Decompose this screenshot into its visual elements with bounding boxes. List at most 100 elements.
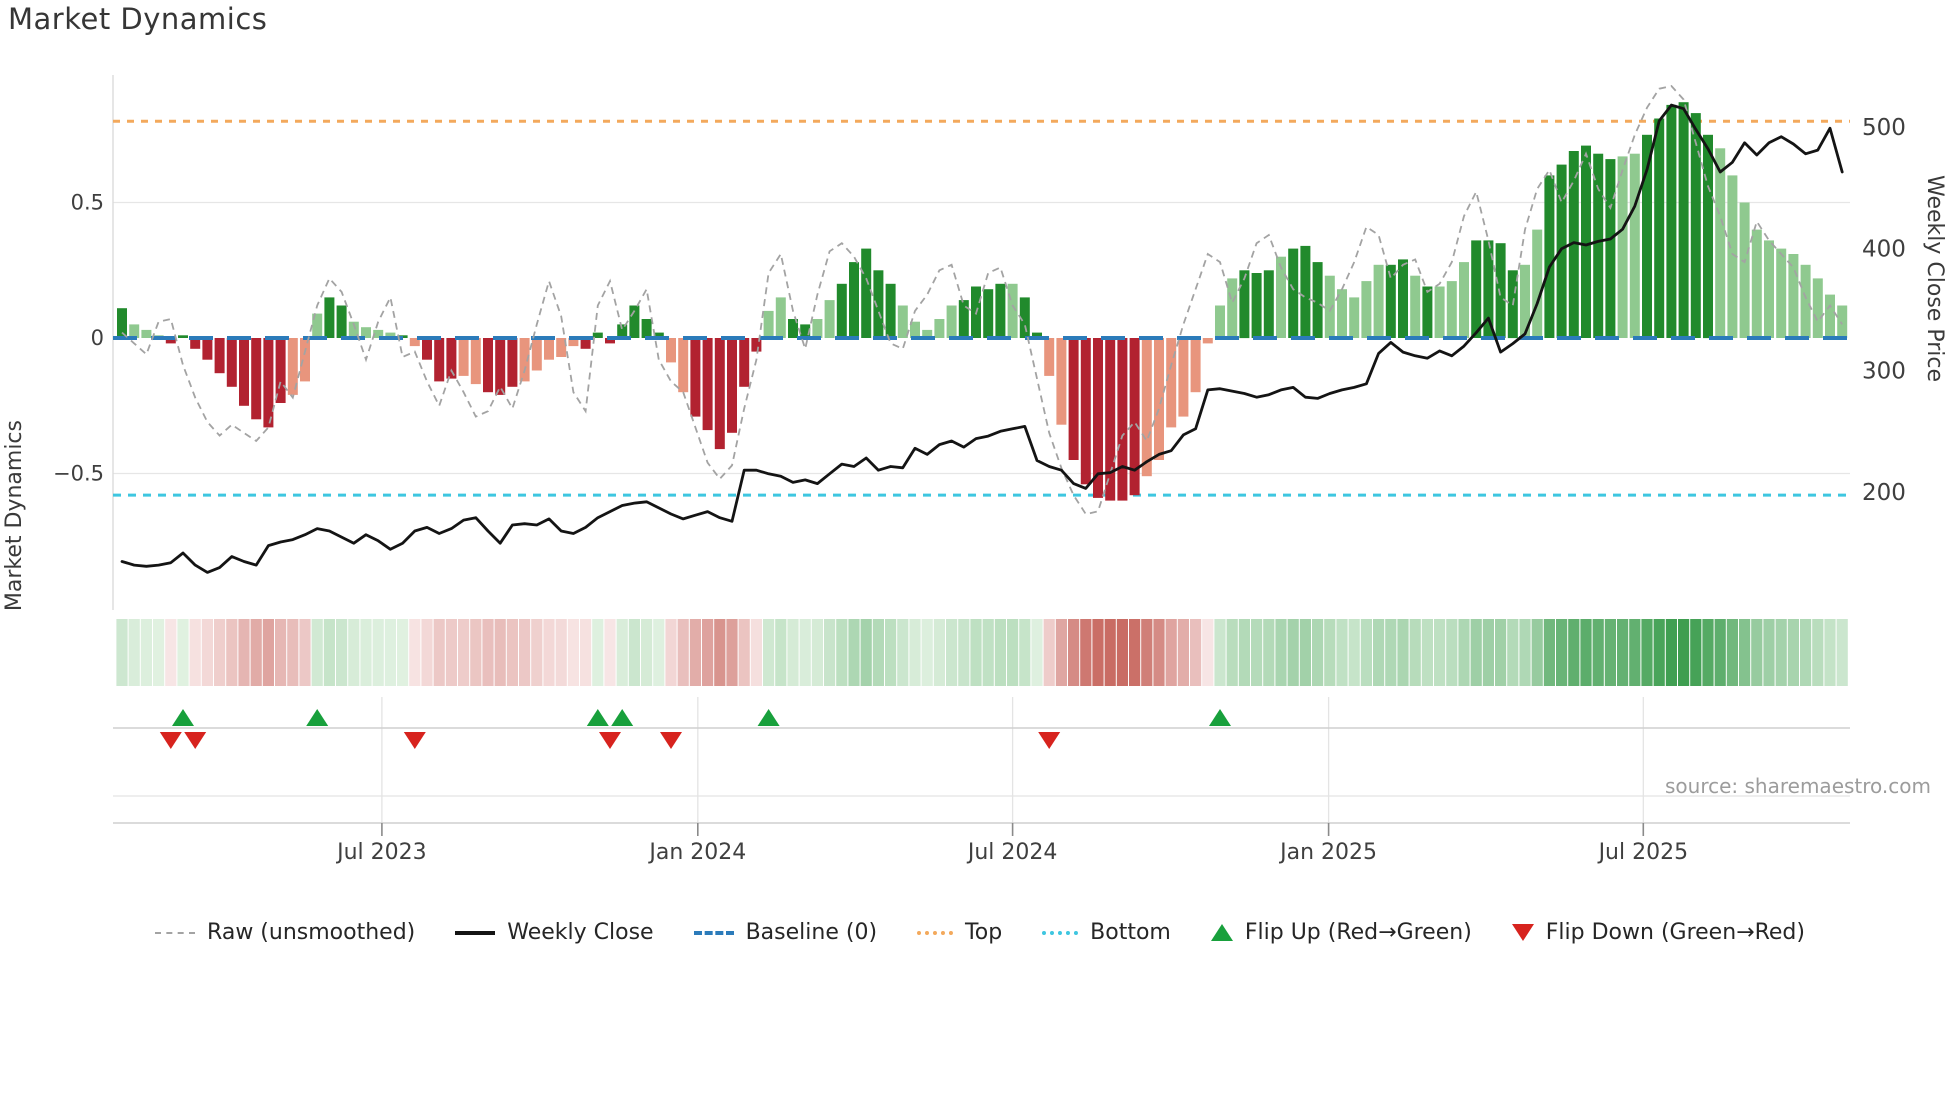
heatmap-cell — [1214, 619, 1226, 686]
flip-down-marker-icon — [184, 732, 207, 749]
oscillator-bar — [629, 305, 640, 338]
heatmap-cell — [470, 619, 482, 686]
oscillator-bars — [117, 102, 1848, 501]
oscillator-bar — [1812, 278, 1823, 338]
oscillator-bar — [1044, 338, 1055, 376]
oscillator-bar — [1227, 278, 1238, 338]
oscillator-bar — [763, 310, 774, 338]
heatmap-cell — [384, 619, 396, 686]
oscillator-bar — [1105, 338, 1116, 501]
heatmap-cell — [1739, 619, 1751, 686]
oscillator-bar — [1605, 159, 1616, 338]
oscillator-bar — [1422, 286, 1433, 338]
legend-item-bottom: Bottom — [1042, 920, 1171, 945]
oscillator-bar — [1202, 338, 1213, 344]
oscillator-bar — [1629, 153, 1640, 338]
oscillator-bar — [1068, 338, 1079, 460]
right-axis-tick: 400 — [1862, 237, 1906, 263]
oscillator-bar — [1190, 338, 1201, 393]
heatmap-cell — [1104, 619, 1116, 686]
heatmap-cell — [1226, 619, 1238, 686]
heatmap-cell — [616, 619, 628, 686]
oscillator-bar — [1556, 164, 1567, 338]
oscillator-bar — [1373, 264, 1384, 338]
legend-item-weekly-close: Weekly Close — [455, 920, 654, 945]
oscillator-bar — [641, 319, 652, 338]
oscillator-bar — [1739, 202, 1750, 338]
oscillator-bar — [483, 338, 493, 393]
heatmap-cell — [1568, 619, 1580, 686]
heatmap-cell — [299, 619, 311, 686]
heatmap-cell — [1251, 619, 1263, 686]
left-axis-tick: 0 — [91, 326, 104, 350]
heatmap-cell — [1129, 619, 1141, 686]
heatmap-cell — [567, 619, 579, 686]
heatmap-cell — [1702, 619, 1714, 686]
oscillator-bar — [1349, 297, 1360, 338]
heatmap-cell — [1287, 619, 1299, 686]
heatmap-cell — [1336, 619, 1348, 686]
heatmap-cell — [360, 619, 372, 686]
flip-up-marker-icon — [586, 709, 609, 726]
oscillator-bar — [946, 305, 957, 338]
oscillator-bar — [251, 338, 262, 420]
heatmap-cell — [1629, 619, 1641, 686]
heatmap-cell — [836, 619, 848, 686]
oscillator-bar — [885, 283, 896, 338]
oscillator-bar — [1288, 248, 1299, 338]
heatmap-cell — [1141, 619, 1153, 686]
heatmap-cell — [799, 619, 811, 686]
heatmap-cell — [336, 619, 348, 686]
top-line-swatch-icon — [917, 930, 954, 935]
x-axis-tick: Jul 2025 — [1597, 840, 1689, 865]
heatmap-cell — [1458, 619, 1470, 686]
oscillator-bar — [1581, 145, 1591, 338]
oscillator-bar — [1703, 134, 1713, 339]
oscillator-bar — [1825, 294, 1835, 338]
heatmap-cell — [970, 619, 982, 686]
legend-item-top: Top — [917, 920, 1002, 945]
oscillator-bar — [1263, 270, 1274, 339]
heatmap-cell — [1580, 619, 1592, 686]
heatmap-cell — [1385, 619, 1397, 686]
oscillator-bar — [1446, 281, 1457, 338]
market-dynamics-chart: Market Dynamics Market Dynamics Weekly C… — [0, 0, 1960, 1102]
flip-up-marker-icon — [1209, 709, 1231, 726]
oscillator-bar — [1300, 245, 1311, 338]
heatmap-cell — [445, 619, 457, 686]
heatmap-cell — [689, 619, 701, 686]
heatmap-cell — [189, 619, 201, 686]
heatmap-cell — [494, 619, 506, 686]
heatmap-cell — [1324, 619, 1336, 686]
heatmap-cell — [1397, 619, 1409, 686]
flip-down-marker-icon — [159, 732, 182, 749]
heatmap-cell — [1507, 619, 1519, 686]
heatmap-cell — [275, 619, 287, 686]
oscillator-bar — [1080, 338, 1091, 485]
oscillator-bar — [1800, 264, 1811, 338]
heatmap-cell — [372, 619, 384, 686]
oscillator-bar — [897, 305, 908, 338]
oscillator-bar — [1251, 273, 1262, 338]
heatmap-cell — [397, 619, 409, 686]
heatmap-cell — [1446, 619, 1458, 686]
heatmap-cell — [824, 619, 836, 686]
oscillator-bar — [544, 338, 554, 360]
flip-up-triangle-icon — [1210, 924, 1233, 941]
heatmap-cell — [1812, 619, 1824, 686]
heatmap-cell — [665, 619, 677, 686]
heatmap-cell — [1495, 619, 1507, 686]
heatmap-cell — [311, 619, 323, 686]
heatmap-cell — [653, 619, 665, 686]
oscillator-bar — [1532, 229, 1543, 338]
heatmap-cell — [1421, 619, 1433, 686]
oscillator-bar — [1666, 104, 1677, 339]
oscillator-bar — [1544, 175, 1555, 338]
heatmap-cell — [140, 619, 152, 686]
oscillator-bar — [1361, 281, 1372, 338]
raw-line-swatch-icon — [155, 931, 196, 934]
flip-down-marker-icon — [660, 732, 682, 749]
oscillator-bar — [1398, 259, 1408, 338]
oscillator-bar — [202, 338, 213, 360]
heatmap-cell — [250, 619, 262, 686]
